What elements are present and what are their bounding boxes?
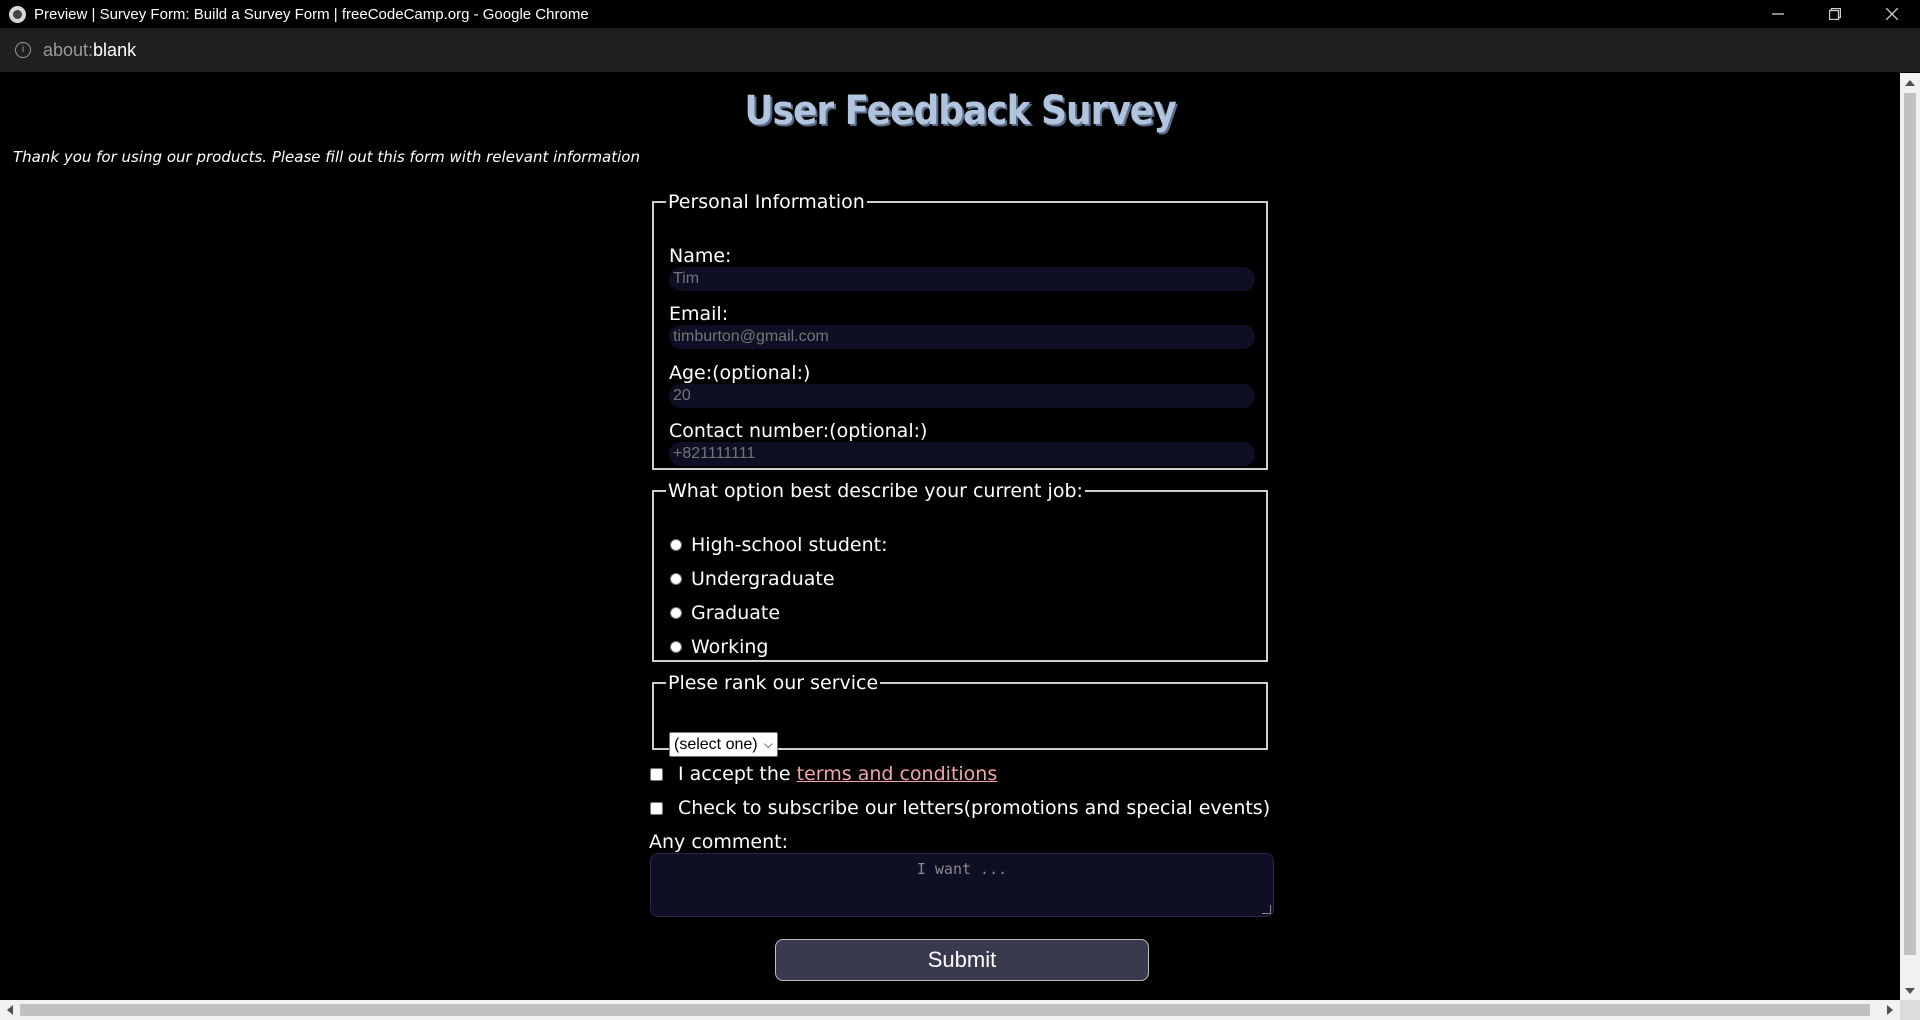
horizontal-scroll-thumb[interactable] [20,1004,1870,1016]
scroll-up-icon[interactable] [1905,80,1915,86]
job-option-label: Graduate [691,602,781,624]
restore-icon[interactable] [1806,0,1863,28]
name-label: Name: [669,245,732,267]
job-option-label: Undergraduate [691,568,835,590]
close-icon[interactable] [1863,0,1920,28]
scrollbar-corner [1900,1000,1920,1020]
job-option[interactable]: Undergraduate [669,568,835,590]
contact-label: Contact number:(optional:) [669,420,928,442]
radio-button[interactable] [670,607,682,619]
url-path: blank [93,39,137,60]
job-option-label: Working [691,636,769,658]
rank-select[interactable]: (select one) ⌵ [669,732,778,757]
info-icon[interactable]: i [15,42,31,58]
job-option-label: High-school student: [691,534,888,556]
radio-button[interactable] [670,539,682,551]
radio-button[interactable] [670,641,682,653]
personal-info-fieldset: Personal Information Name: Email: Age:(o… [652,191,1268,470]
name-input[interactable] [669,267,1255,291]
window-title: Preview | Survey Form: Build a Survey Fo… [34,5,589,23]
job-option[interactable]: Working [669,636,769,658]
email-input[interactable] [669,325,1255,349]
browser-titlebar: Preview | Survey Form: Build a Survey Fo… [0,0,1920,28]
subscribe-checkbox[interactable] [650,801,663,815]
job-fieldset: What option best describe your current j… [652,480,1268,662]
vertical-scroll-thumb[interactable] [1904,93,1916,955]
rank-legend: Plese rank our service [668,672,879,694]
terms-row[interactable]: I accept the terms and conditions [650,763,997,785]
radio-button[interactable] [670,573,682,585]
vertical-scrollbar[interactable] [1900,73,1920,1000]
subscribe-row[interactable]: Check to subscribe our letters(promotion… [650,797,1270,819]
horizontal-scrollbar[interactable] [0,1000,1900,1020]
survey-form: Personal Information Name: Email: Age:(o… [0,73,1900,1000]
terms-link[interactable]: terms and conditions [797,763,998,785]
minimize-icon[interactable] [1749,0,1806,28]
address-bar[interactable]: i about: blank [0,28,1920,72]
scroll-left-icon[interactable] [7,1005,13,1015]
scroll-right-icon[interactable] [1887,1005,1893,1015]
email-label: Email: [669,303,729,325]
comment-placeholder: I want ... [916,860,1008,878]
rank-fieldset: Plese rank our service (select one) ⌵ [652,672,1268,757]
age-label: Age:(optional:) [669,362,811,384]
terms-checkbox[interactable] [650,767,663,781]
terms-prefix: I accept the [678,763,797,785]
page-viewport: User Feedback Survey Thank you for using… [0,73,1900,1000]
job-option[interactable]: Graduate [669,602,780,624]
age-input[interactable] [669,384,1255,408]
comment-textarea[interactable]: I want ... [650,853,1274,917]
rank-select-value: (select one) [674,735,758,753]
personal-info-legend: Personal Information [668,191,865,213]
terms-label: I accept the terms and conditions [678,763,997,785]
job-option[interactable]: High-school student: [669,534,888,556]
subscribe-label: Check to subscribe our letters(promotion… [678,797,1271,819]
comment-label: Any comment: [649,831,788,853]
url-scheme: about: [43,39,94,60]
job-legend: What option best describe your current j… [668,480,1083,502]
chrome-app-icon [9,5,26,23]
submit-button[interactable]: Submit [775,939,1149,981]
scroll-down-icon[interactable] [1905,988,1915,994]
contact-input[interactable] [669,442,1255,466]
chevron-down-icon: ⌵ [763,737,773,751]
resize-handle-icon[interactable] [1262,905,1271,914]
